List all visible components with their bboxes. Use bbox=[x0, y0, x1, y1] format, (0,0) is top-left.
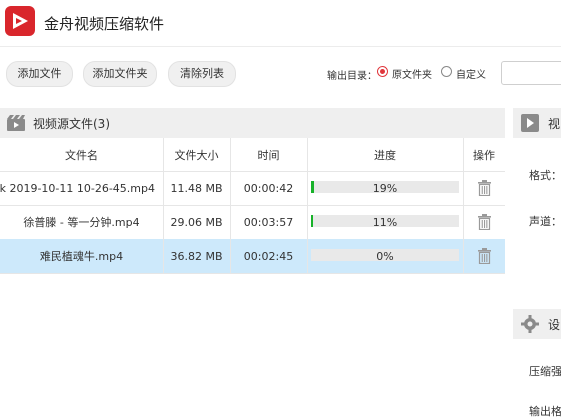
file-size: 29.06 MB bbox=[170, 215, 223, 229]
toolbar: 添加文件 添加文件夹 清除列表 输出目录： 原文件夹 自定义 bbox=[0, 46, 561, 99]
column-header: 进度 bbox=[374, 148, 396, 162]
trash-icon bbox=[477, 214, 491, 230]
output-path-input[interactable] bbox=[501, 61, 561, 85]
progress-cell: 0% bbox=[307, 239, 463, 273]
file-size: 36.82 MB bbox=[170, 249, 223, 263]
title-bar: 金舟视频压缩软件 bbox=[0, 0, 561, 46]
column-header: 时间 bbox=[257, 148, 280, 162]
add-folder-button[interactable]: 添加文件夹 bbox=[83, 61, 157, 87]
settings-title: 设 bbox=[548, 318, 561, 332]
source-folder-radio[interactable] bbox=[377, 66, 388, 77]
progress-fill bbox=[311, 181, 314, 193]
app-logo-icon bbox=[5, 6, 35, 36]
progress-fill bbox=[311, 215, 313, 227]
file-duration: 00:03:57 bbox=[243, 215, 294, 229]
custom-folder-label: 自定义 bbox=[456, 70, 486, 81]
format-label: 格式： bbox=[529, 169, 561, 182]
output-dir-label: 输出目录： bbox=[327, 71, 377, 82]
progress-cell: 11% bbox=[307, 205, 463, 239]
column-divider bbox=[307, 138, 308, 273]
file-duration: 00:02:45 bbox=[243, 249, 294, 263]
column-header: 文件大小 bbox=[174, 148, 219, 162]
video-settings-icon bbox=[521, 114, 539, 132]
video-info-header: 视 bbox=[513, 108, 561, 138]
delete-button[interactable] bbox=[463, 239, 505, 273]
trash-icon bbox=[477, 180, 491, 196]
settings-header: 设 bbox=[513, 309, 561, 339]
channel-label: 声道： bbox=[529, 215, 561, 228]
file-duration: 00:00:42 bbox=[243, 181, 294, 195]
clear-list-button[interactable]: 清除列表 bbox=[168, 61, 236, 87]
source-files-title: 视频源文件(3) bbox=[33, 117, 110, 131]
app-title: 金舟视频压缩软件 bbox=[44, 15, 165, 33]
custom-folder-radio[interactable] bbox=[441, 66, 452, 77]
progress-text: 11% bbox=[372, 215, 398, 229]
progress-cell: 19% bbox=[307, 171, 463, 205]
output-format-label: 输出格 bbox=[529, 405, 561, 418]
file-name: 难民植魂牛.mp4 bbox=[39, 250, 124, 263]
column-divider bbox=[163, 138, 164, 273]
file-name: 徐普滕 - 等一分钟.mp4 bbox=[23, 216, 140, 229]
delete-button[interactable] bbox=[463, 171, 505, 205]
settings-panel: 视 格式： 声道： 设 压缩强 输出格 bbox=[513, 98, 561, 420]
gear-icon bbox=[521, 315, 539, 333]
video-folder-icon bbox=[6, 114, 26, 132]
file-size: 11.48 MB bbox=[170, 181, 223, 195]
column-header: 文件名 bbox=[65, 148, 98, 162]
compress-strength-label: 压缩强 bbox=[529, 365, 561, 378]
progress-text: 0% bbox=[376, 249, 394, 263]
source-files-header: 视频源文件(3) bbox=[0, 108, 505, 138]
table-row[interactable]: 徐普滕 - 等一分钟.mp4 29.06 MB 00:03:57 11% bbox=[0, 205, 505, 240]
table-row[interactable]: ck 2019-10-11 10-26-45.mp4 11.48 MB 00:0… bbox=[0, 171, 505, 206]
column-divider bbox=[230, 138, 231, 273]
add-file-button[interactable]: 添加文件 bbox=[6, 61, 73, 87]
trash-icon bbox=[477, 248, 491, 264]
table-header-row: 文件名 文件大小 时间 进度 操作 bbox=[0, 138, 505, 172]
column-header: 操作 bbox=[473, 148, 495, 162]
video-info-title: 视 bbox=[548, 117, 561, 131]
progress-text: 19% bbox=[372, 181, 398, 195]
table-row[interactable]: 难民植魂牛.mp4 36.82 MB 00:02:45 0% bbox=[0, 239, 505, 274]
delete-button[interactable] bbox=[463, 205, 505, 239]
file-name: ck 2019-10-11 10-26-45.mp4 bbox=[0, 181, 155, 195]
source-folder-label: 原文件夹 bbox=[392, 70, 432, 81]
column-divider bbox=[463, 138, 464, 273]
